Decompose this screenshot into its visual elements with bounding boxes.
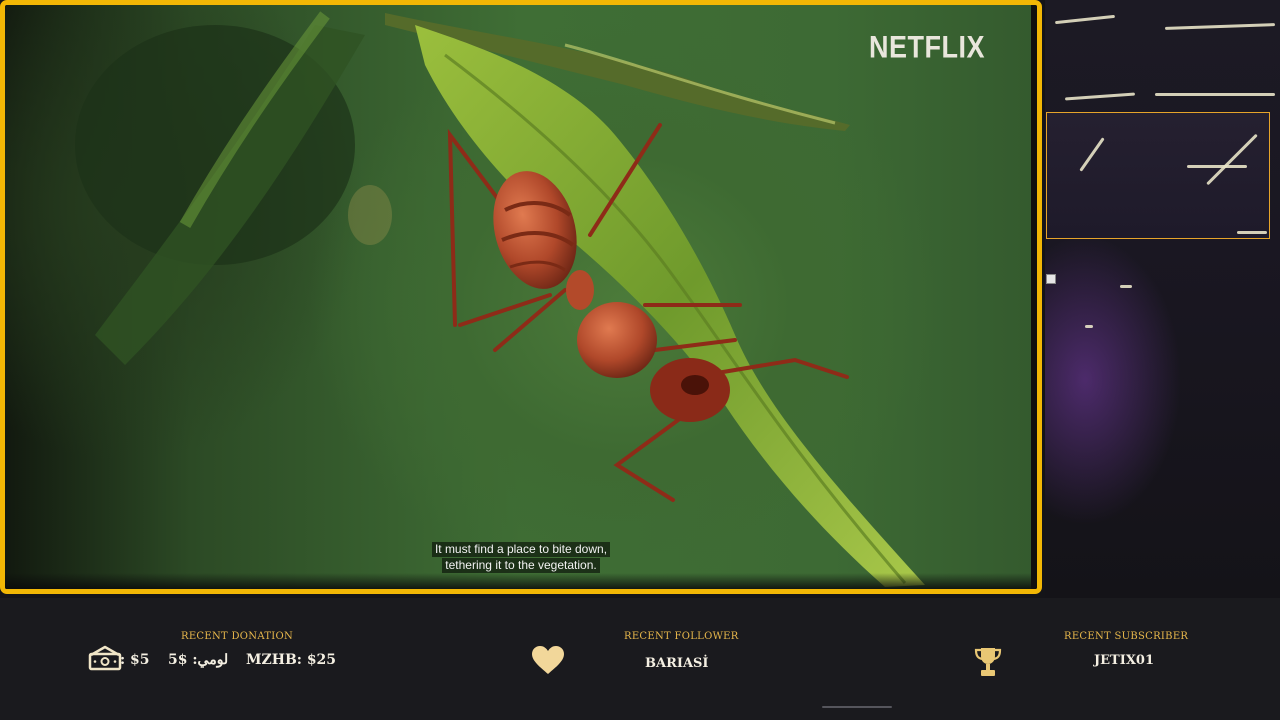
light-streak (1155, 93, 1275, 96)
video-player[interactable]: NETFLIX It must find a place to bite dow… (0, 0, 1042, 594)
subtitle-line-2: tethering it to the vegetation. (442, 558, 600, 573)
light-streak (1206, 133, 1258, 186)
heart-icon (531, 645, 565, 679)
video-content (5, 5, 1037, 589)
netflix-watermark: NETFLIX (869, 29, 985, 65)
light-streak (1064, 92, 1136, 101)
subtitle-line-1: It must find a place to bite down, (431, 542, 611, 557)
light-streak (1120, 285, 1132, 288)
donation-amount: $5 (130, 652, 150, 668)
donation-item-1: : $5 (120, 652, 150, 668)
video-edge (1031, 5, 1037, 589)
scroll-indicator (822, 706, 892, 708)
light-streak (1055, 14, 1115, 25)
trophy-icon (974, 646, 1002, 682)
light-streak (1079, 137, 1105, 172)
video-bottom-shadow (5, 573, 1037, 589)
side-panel (1045, 0, 1280, 600)
light-streak (1187, 165, 1247, 168)
webcam-frame (1046, 112, 1270, 239)
donation-item-2: لومي: $5 (168, 652, 229, 668)
recent-follower-name: BARIASİ (645, 656, 709, 671)
light-streak (1085, 325, 1093, 328)
light-streak (1164, 23, 1276, 30)
recent-subscriber-title: RECENT SUBSCRIBER (1064, 631, 1189, 642)
light-streak (1237, 231, 1267, 234)
broken-image-icon (1046, 274, 1056, 284)
recent-donation-title: RECENT DONATION (181, 631, 294, 642)
subtitle: It must find a place to bite down, tethe… (5, 542, 1037, 574)
donation-item-3: MZHB: $25 (246, 652, 337, 668)
recent-subscriber-name: JETIX01 (1094, 653, 1154, 668)
money-icon (88, 643, 122, 675)
ant-on-leaf-image (75, 11, 925, 587)
recent-follower-title: RECENT FOLLOWER (624, 631, 739, 642)
